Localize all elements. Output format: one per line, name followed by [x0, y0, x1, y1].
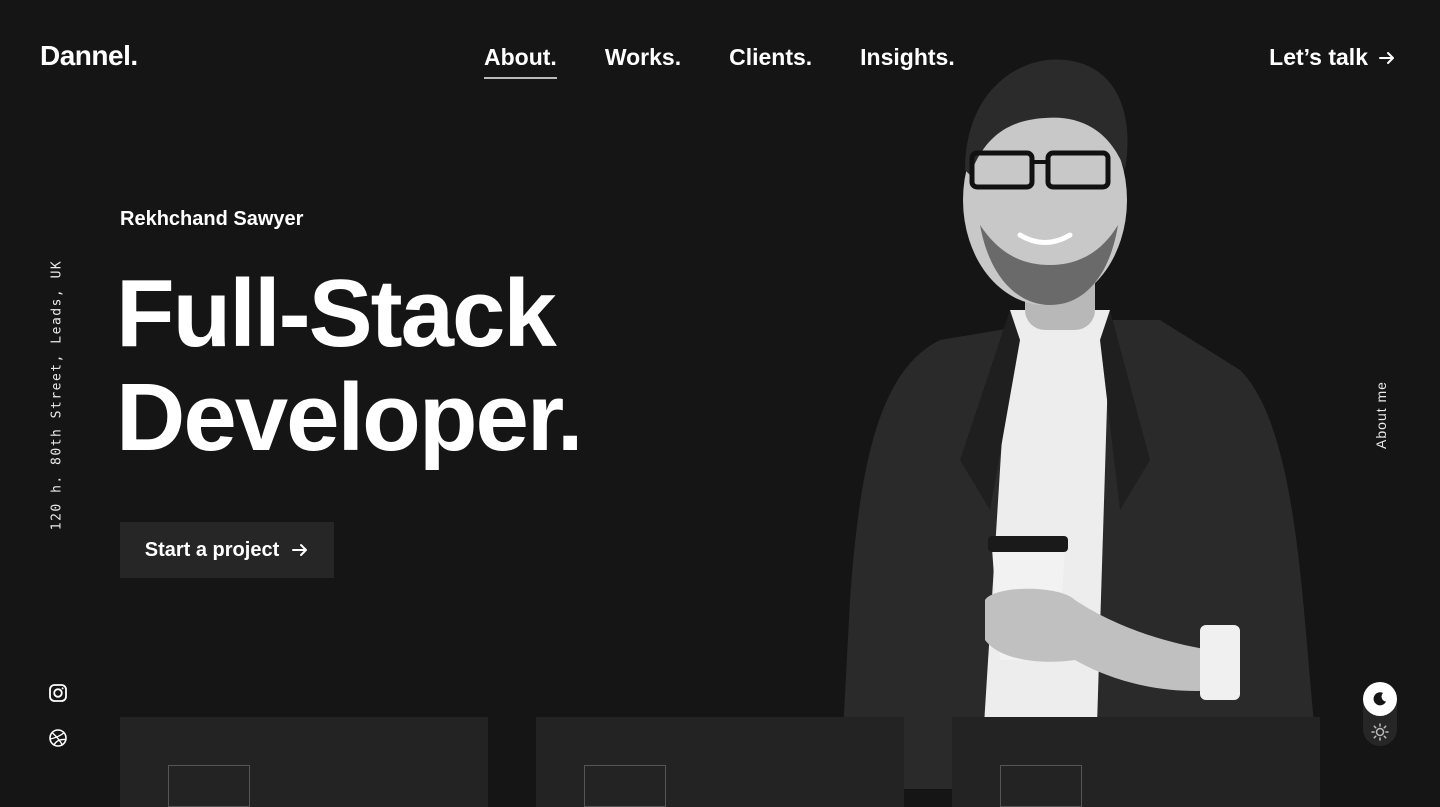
- hero-title-line2: Developer.: [116, 364, 584, 471]
- hero-name: Rekhchand Sawyer: [120, 208, 304, 230]
- service-card[interactable]: [120, 717, 488, 807]
- address-text: 120 h. 80th Street, Leads, UK: [49, 259, 65, 531]
- dribbble-icon[interactable]: [48, 728, 68, 748]
- hero-portrait: [840, 59, 1320, 789]
- arrow-right-icon: [292, 544, 308, 556]
- card-icon: [584, 765, 666, 807]
- card-icon: [168, 765, 250, 807]
- theme-toggle: [1363, 682, 1397, 746]
- arrow-right-icon: [1379, 51, 1394, 64]
- hero-title-line1: Full-Stack: [116, 260, 557, 367]
- dark-mode-button[interactable]: [1363, 682, 1397, 716]
- service-card[interactable]: [536, 717, 904, 807]
- start-project-label: Start a project: [144, 538, 280, 561]
- light-mode-icon[interactable]: [1370, 722, 1390, 742]
- nav-item-works[interactable]: Works.: [605, 44, 681, 79]
- start-project-button[interactable]: Start a project: [120, 522, 334, 578]
- dark-mode-icon: [1373, 692, 1386, 706]
- hero-title: Full-Stack Developer.: [116, 260, 584, 471]
- nav-item-about[interactable]: About.: [484, 44, 557, 79]
- card-icon: [1000, 765, 1082, 807]
- about-me-link[interactable]: About me: [1373, 381, 1389, 449]
- nav-item-clients[interactable]: Clients.: [729, 44, 812, 79]
- service-card[interactable]: [952, 717, 1320, 807]
- instagram-icon[interactable]: [48, 683, 68, 703]
- logo[interactable]: Dannel.: [40, 40, 138, 72]
